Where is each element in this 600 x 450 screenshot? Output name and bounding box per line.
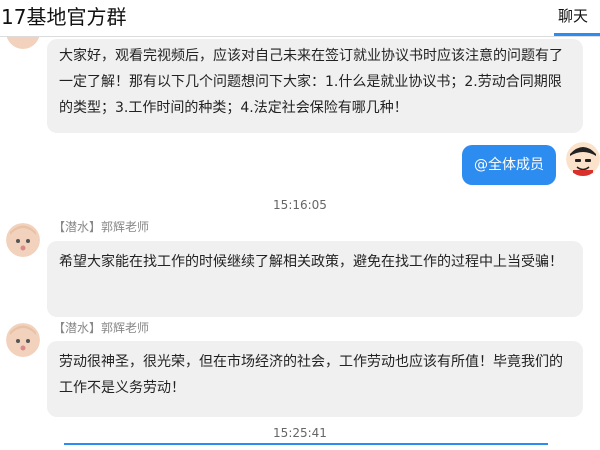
message-list[interactable]: 大家好，观看完视频后，应该对自己未来在签订就业协议书时应该注意的问题有了一定了解… xyxy=(0,37,600,450)
loading-indicator xyxy=(64,443,548,445)
message-bubble: 劳动很神圣，很光荣，但在市场经济的社会，工作劳动也应该有所值！毕竟我们的工作不是… xyxy=(47,341,583,417)
message-text: 希望大家能在找工作的时候继续了解相关政策，避免在找工作的过程中上当受骗！ xyxy=(59,254,563,270)
group-title: 17基地官方群 xyxy=(1,5,127,29)
avatar[interactable] xyxy=(566,142,600,176)
message-text: @全体成员 xyxy=(474,157,544,173)
avatar[interactable] xyxy=(6,223,40,257)
message-bubble: 希望大家能在找工作的时候继续了解相关政策，避免在找工作的过程中上当受骗！ xyxy=(47,241,583,317)
avatar[interactable] xyxy=(6,323,40,357)
message-text: 劳动很神圣，很光荣，但在市场经济的社会，工作劳动也应该有所值！毕竟我们的工作不是… xyxy=(59,354,563,396)
timestamp: 15:25:41 xyxy=(273,426,327,440)
active-tab-indicator xyxy=(554,33,600,36)
avatar[interactable] xyxy=(6,37,40,49)
sender-name[interactable]: 【潜水】郭辉老师 xyxy=(53,320,149,336)
message-text: 大家好，观看完视频后，应该对自己未来在签订就业协议书时应该注意的问题有了一定了解… xyxy=(59,48,563,116)
tab-chat[interactable]: 聊天 xyxy=(558,6,588,26)
timestamp: 15:16:05 xyxy=(273,198,327,212)
sender-name[interactable]: 【潜水】郭辉老师 xyxy=(53,219,149,235)
message-bubble-outgoing: @全体成员 xyxy=(462,145,556,185)
chat-header: 17基地官方群 聊天 xyxy=(0,0,600,37)
message-bubble: 大家好，观看完视频后，应该对自己未来在签订就业协议书时应该注意的问题有了一定了解… xyxy=(47,39,583,133)
